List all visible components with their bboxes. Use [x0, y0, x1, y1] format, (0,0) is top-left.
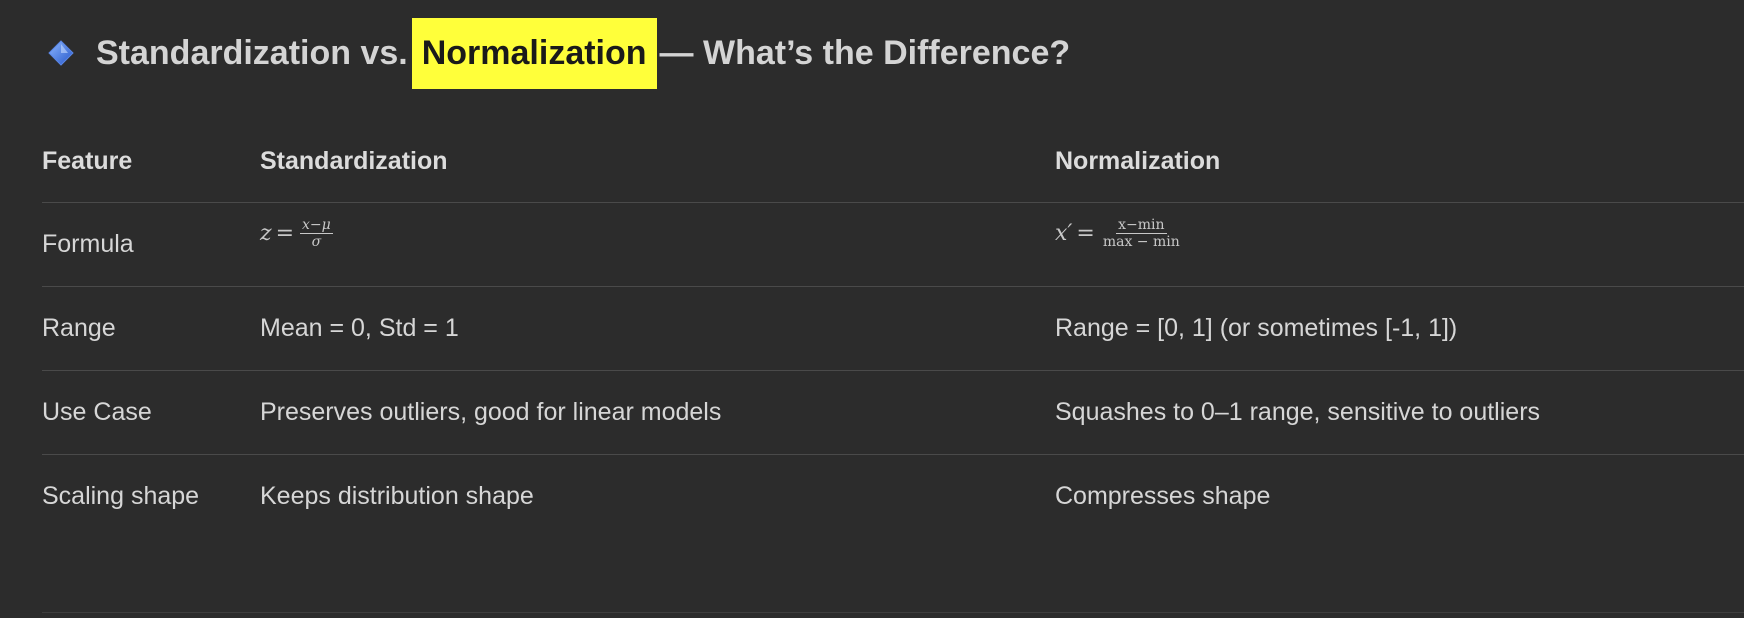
- table-row: Range Mean = 0, Std = 1 Range = [0, 1] (…: [42, 286, 1744, 371]
- cell-normalization-formula: x′ = x−min max − min: [1055, 202, 1744, 287]
- blue-diamond-icon: [48, 40, 74, 66]
- table-row: Scaling shape Keeps distribution shape C…: [42, 455, 1744, 539]
- table-header-row: Feature Standardization Normalization: [42, 120, 1744, 203]
- cell-standardization: Mean = 0, Std = 1: [260, 286, 1055, 371]
- comparison-table: Feature Standardization Normalization Fo…: [42, 120, 1744, 538]
- cell-feature: Use Case: [42, 370, 260, 455]
- header-feature: Feature: [42, 120, 260, 203]
- header-normalization: Normalization: [1055, 120, 1744, 203]
- heading-text-part1: Standardization vs.: [96, 33, 408, 72]
- heading-highlight: Normalization: [411, 17, 657, 89]
- formula-equals: =: [275, 221, 295, 247]
- formula-equals: =: [1076, 221, 1095, 247]
- bottom-divider: [42, 612, 1744, 613]
- cell-feature: Range: [42, 286, 260, 371]
- table-row: Formula z = x−μ σ x′ = x−min max − min: [42, 202, 1744, 287]
- heading-text-part2: — What’s the Difference?: [659, 33, 1071, 72]
- cell-standardization: Preserves outliers, good for linear mode…: [260, 370, 1055, 455]
- formula-numerator: x−μ: [300, 217, 333, 235]
- formula-lhs: z: [260, 221, 272, 247]
- cell-normalization: Compresses shape: [1055, 482, 1271, 510]
- formula-numerator: x−min: [1116, 217, 1167, 235]
- formula-denominator: max − min: [1102, 234, 1180, 251]
- cell-feature: Formula: [42, 202, 260, 287]
- cell-normalization: Range = [0, 1] (or sometimes [-1, 1]): [1055, 286, 1744, 371]
- formula-fraction: x−μ σ: [300, 217, 333, 250]
- cell-normalization: Squashes to 0–1 range, sensitive to outl…: [1055, 370, 1744, 455]
- header-standardization: Standardization: [260, 120, 1055, 203]
- section-heading: Standardization vs. Normalization — What…: [48, 17, 1071, 89]
- formula-lhs: x′: [1055, 221, 1073, 247]
- cell-standardization: Keeps distribution shape: [260, 482, 534, 510]
- normalization-formula: x′ = x−min max − min: [1055, 217, 1182, 250]
- standardization-formula: z = x−μ σ: [260, 217, 333, 250]
- table-row: Use Case Preserves outliers, good for li…: [42, 370, 1744, 455]
- cell-standardization-formula: z = x−μ σ: [260, 202, 1055, 287]
- formula-fraction: x−min max − min: [1101, 217, 1182, 250]
- formula-denominator: σ: [311, 234, 322, 251]
- cell-feature: Scaling shape: [42, 482, 200, 510]
